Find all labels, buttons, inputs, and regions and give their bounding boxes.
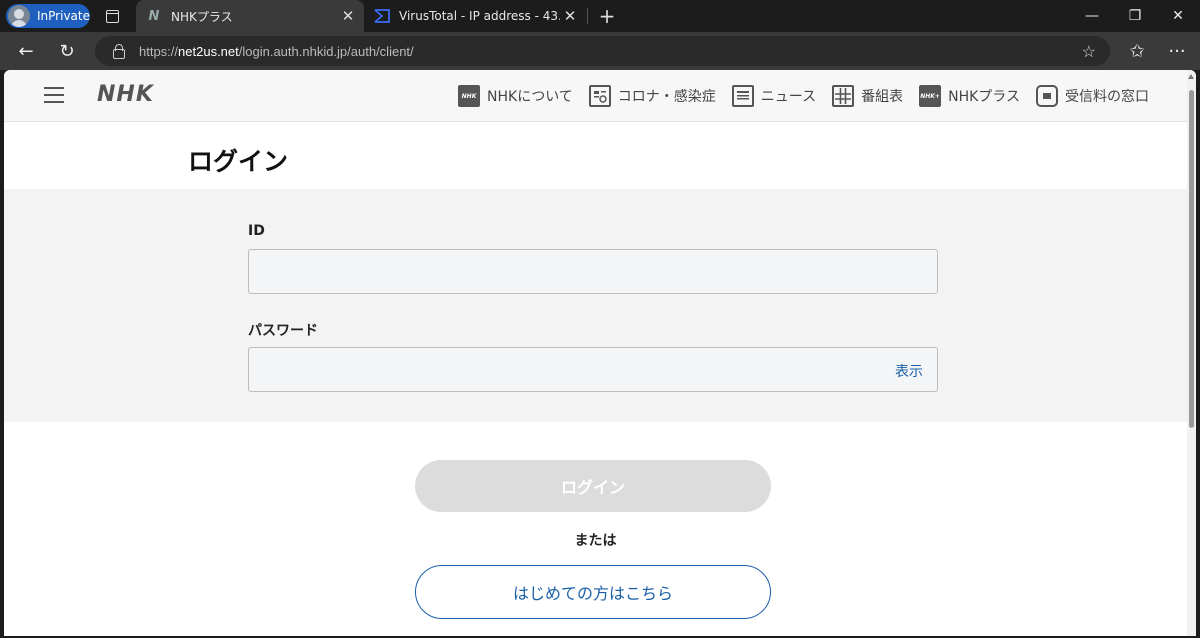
browser-toolbar: ← ↻ https://net2us.net/login.auth.nhkid.… (0, 32, 1200, 70)
password-input[interactable]: 表示 (248, 347, 938, 392)
nav-item-label: NHKプラス (948, 89, 1020, 105)
nav-item-fee-window[interactable]: 受信料の窓口 (1036, 83, 1149, 109)
tab-nhk-plus[interactable]: N NHKプラス ✕ (136, 0, 364, 32)
browser-tab-bar: InPrivate N NHKプラス ✕ VirusTotal - IP add… (0, 0, 1200, 32)
tab-divider (587, 8, 588, 24)
page-viewport: NHK NHK NHKについて コロナ・感染症 ニュース 番組表 NHK+ NH… (4, 70, 1196, 636)
id-input[interactable] (248, 249, 938, 294)
close-icon[interactable]: ✕ (338, 6, 358, 26)
password-label: パスワード (248, 323, 318, 339)
window-close-icon[interactable]: ✕ (1156, 0, 1200, 32)
minimize-icon[interactable]: — (1070, 0, 1114, 32)
address-bar[interactable]: https://net2us.net/login.auth.nhkid.jp/a… (95, 36, 1110, 66)
fee-window-icon (1036, 85, 1058, 107)
nav-item-label: NHKについて (487, 89, 573, 105)
nav-item-label: コロナ・感染症 (617, 89, 716, 105)
more-menu-icon[interactable]: ··· (1164, 39, 1190, 63)
back-arrow-icon[interactable]: ← (13, 39, 39, 63)
schedule-grid-icon (832, 85, 855, 107)
page-scrollbar[interactable] (1187, 70, 1196, 636)
nav-item-label: 番組表 (861, 89, 904, 105)
nav-item-about[interactable]: NHK NHKについて (458, 83, 573, 109)
url-path: /login.auth.nhkid.jp/auth/client/ (238, 43, 414, 59)
url-host: net2us.net (178, 43, 239, 59)
inprivate-label: InPrivate (37, 9, 90, 23)
show-password-link[interactable]: 表示 (895, 361, 923, 381)
login-button[interactable]: ログイン (415, 460, 771, 512)
virustotal-icon (374, 8, 390, 24)
nav-item-nhk-plus[interactable]: NHK+ NHKプラス (919, 83, 1020, 109)
nhk-plus-icon: NHK+ (919, 85, 942, 107)
nav-item-news[interactable]: ニュース (731, 83, 817, 109)
url-scheme: https:// (139, 43, 179, 59)
new-tab-plus-icon[interactable]: + (596, 4, 618, 28)
favorite-star-icon[interactable]: ☆ (1082, 42, 1096, 62)
nav-item-label: ニュース (760, 89, 817, 105)
news-icon (731, 85, 754, 107)
site-header: NHK NHK NHKについて コロナ・感染症 ニュース 番組表 NHK+ NH… (4, 70, 1187, 122)
restore-icon[interactable]: ❐ (1113, 0, 1157, 32)
inprivate-badge[interactable]: InPrivate (6, 4, 90, 28)
tab-title: NHKプラス (171, 9, 233, 24)
or-divider-text: または (574, 533, 617, 549)
corona-icon (588, 85, 611, 107)
scroll-up-arrow-icon[interactable] (1188, 74, 1194, 79)
scrollbar-thumb[interactable] (1189, 90, 1194, 428)
id-label: ID (248, 223, 265, 239)
nhk-n-icon: N (148, 8, 160, 24)
close-icon[interactable]: ✕ (560, 6, 580, 26)
tab-virustotal[interactable]: VirusTotal - IP address - 43.167.2: ✕ (364, 0, 586, 32)
profile-avatar-icon (8, 5, 30, 27)
tab-title: VirusTotal - IP address - 43.167.2: (399, 9, 560, 23)
nav-item-corona[interactable]: コロナ・感染症 (588, 83, 716, 109)
tab-actions-icon[interactable] (100, 6, 124, 26)
first-time-register-button[interactable]: はじめての方はこちら (415, 565, 771, 619)
page-title: ログイン (188, 147, 289, 176)
nav-item-schedule[interactable]: 番組表 (832, 83, 903, 109)
hamburger-menu-icon[interactable] (44, 85, 64, 105)
nhk-logo-icon: NHK (458, 85, 481, 107)
global-nav: NHK NHKについて コロナ・感染症 ニュース 番組表 NHK+ NHKプラス… (458, 83, 1149, 109)
nhk-logo[interactable]: NHK (97, 82, 154, 107)
nav-item-label: 受信料の窓口 (1065, 89, 1149, 105)
login-form-panel: ID パスワード 表示 (4, 189, 1187, 422)
lock-icon[interactable] (111, 44, 125, 59)
favorites-icon[interactable]: ✩ (1124, 39, 1150, 63)
refresh-icon[interactable]: ↻ (54, 39, 80, 63)
